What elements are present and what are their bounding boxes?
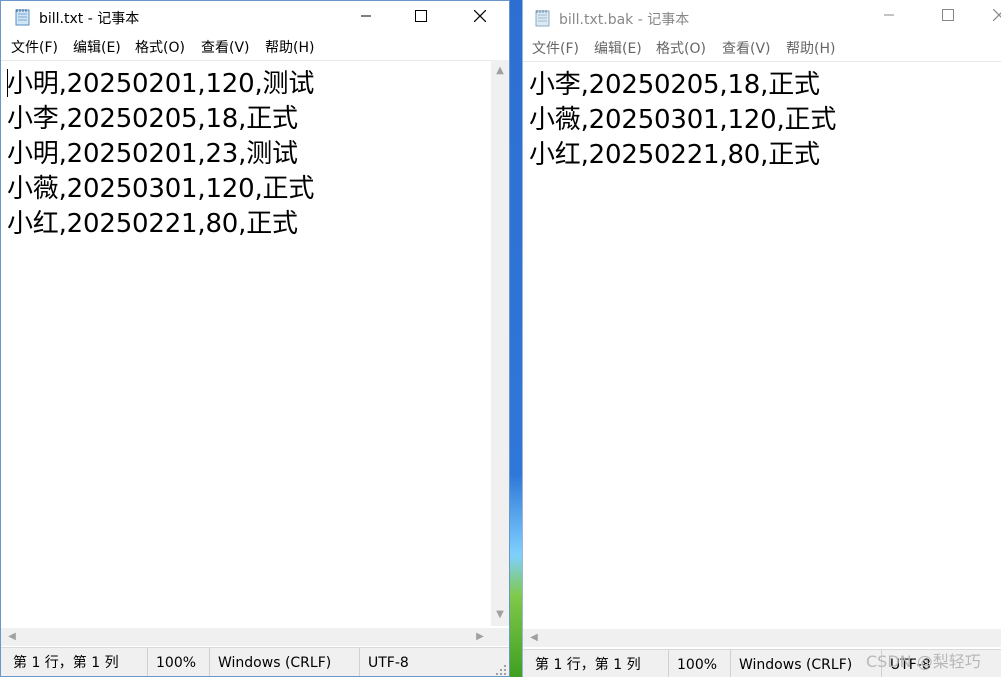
text-line: 小李,20250205,18,正式 — [529, 70, 820, 100]
minimize-icon — [361, 15, 371, 17]
minimize-button[interactable] — [866, 0, 912, 32]
menu-file[interactable]: 文件(F) — [532, 38, 579, 58]
menu-format[interactable]: 格式(O) — [656, 38, 706, 58]
csdn-watermark: CSDN @梨轻巧 — [866, 652, 981, 671]
menu-help[interactable]: 帮助(H) — [786, 38, 835, 58]
scroll-right-icon[interactable]: ▶ — [471, 628, 489, 646]
window-title: bill.txt.bak - 记事本 — [559, 12, 690, 28]
text-line: 小薇,20250301,120,正式 — [529, 105, 837, 135]
text-line: 小明,20250201,120,测试 — [7, 69, 315, 99]
text-line: 小明,20250201,23,测试 — [7, 139, 298, 169]
vertical-scrollbar[interactable]: ▲ ▼ — [491, 60, 509, 626]
status-encoding: UTF-8 — [359, 648, 409, 676]
menu-view[interactable]: 查看(V) — [201, 37, 250, 57]
menu-file[interactable]: 文件(F) — [11, 37, 58, 57]
text-line: 小红,20250221,80,正式 — [529, 140, 820, 170]
minimize-button[interactable] — [343, 1, 389, 33]
status-zoom: 100% — [147, 648, 196, 676]
maximize-button[interactable] — [398, 1, 444, 33]
menu-edit[interactable]: 编辑(E) — [594, 38, 642, 58]
menu-help[interactable]: 帮助(H) — [265, 37, 314, 57]
close-button[interactable] — [457, 1, 503, 33]
notepad-window-bill-txt-bak: bill.txt.bak - 记事本 文件(F) 编辑(E) 格式(O) 查看(… — [522, 0, 1001, 677]
notepad-icon — [15, 8, 31, 26]
status-position: 第 1 行，第 1 列 — [13, 655, 119, 671]
text-line: 小红,20250221,80,正式 — [7, 209, 298, 239]
status-position: 第 1 行，第 1 列 — [535, 657, 641, 673]
scroll-left-icon[interactable]: ◀ — [525, 629, 543, 647]
title-bar[interactable]: bill.txt - 记事本 — [1, 1, 509, 33]
notepad-icon — [535, 9, 551, 27]
text-line: 小薇,20250301,120,正式 — [7, 174, 315, 204]
title-bar[interactable]: bill.txt.bak - 记事本 — [523, 0, 1001, 32]
resize-grip-icon[interactable] — [495, 664, 507, 676]
status-zoom: 100% — [668, 650, 717, 677]
scroll-down-icon[interactable]: ▼ — [491, 606, 509, 624]
maximize-icon — [942, 9, 954, 21]
status-line-ending: Windows (CRLF) — [730, 650, 852, 677]
close-icon — [474, 10, 486, 22]
scroll-left-icon[interactable]: ◀ — [3, 628, 21, 646]
horizontal-scrollbar[interactable]: ◀ — [523, 629, 1001, 647]
close-icon — [993, 9, 1001, 21]
minimize-icon — [884, 14, 894, 16]
status-bar: 第 1 行，第 1 列 100% Windows (CRLF) UTF-8 — [1, 647, 509, 676]
menu-format[interactable]: 格式(O) — [135, 37, 185, 57]
maximize-button[interactable] — [925, 0, 971, 32]
menu-bar: 文件(F) 编辑(E) 格式(O) 查看(V) 帮助(H) — [1, 37, 509, 59]
close-button[interactable] — [976, 0, 1001, 32]
status-line-ending: Windows (CRLF) — [209, 648, 331, 676]
text-line: 小李,20250205,18,正式 — [7, 104, 298, 134]
menu-edit[interactable]: 编辑(E) — [73, 37, 121, 57]
text-editor[interactable]: 小明,20250201,120,测试 小李,20250205,18,正式 小明,… — [1, 60, 491, 626]
scroll-up-icon[interactable]: ▲ — [491, 62, 509, 80]
menu-bar: 文件(F) 编辑(E) 格式(O) 查看(V) 帮助(H) — [523, 38, 1001, 60]
horizontal-scrollbar[interactable]: ◀ ▶ — [1, 628, 491, 646]
scroll-corner — [491, 628, 509, 646]
notepad-window-bill-txt: bill.txt - 记事本 文件(F) 编辑(E) 格式(O) 查看(V) 帮… — [0, 0, 510, 677]
menu-view[interactable]: 查看(V) — [722, 38, 771, 58]
maximize-icon — [415, 10, 427, 22]
window-title: bill.txt - 记事本 — [39, 11, 140, 27]
text-editor[interactable]: 小李,20250205,18,正式 小薇,20250301,120,正式 小红,… — [523, 61, 1001, 629]
